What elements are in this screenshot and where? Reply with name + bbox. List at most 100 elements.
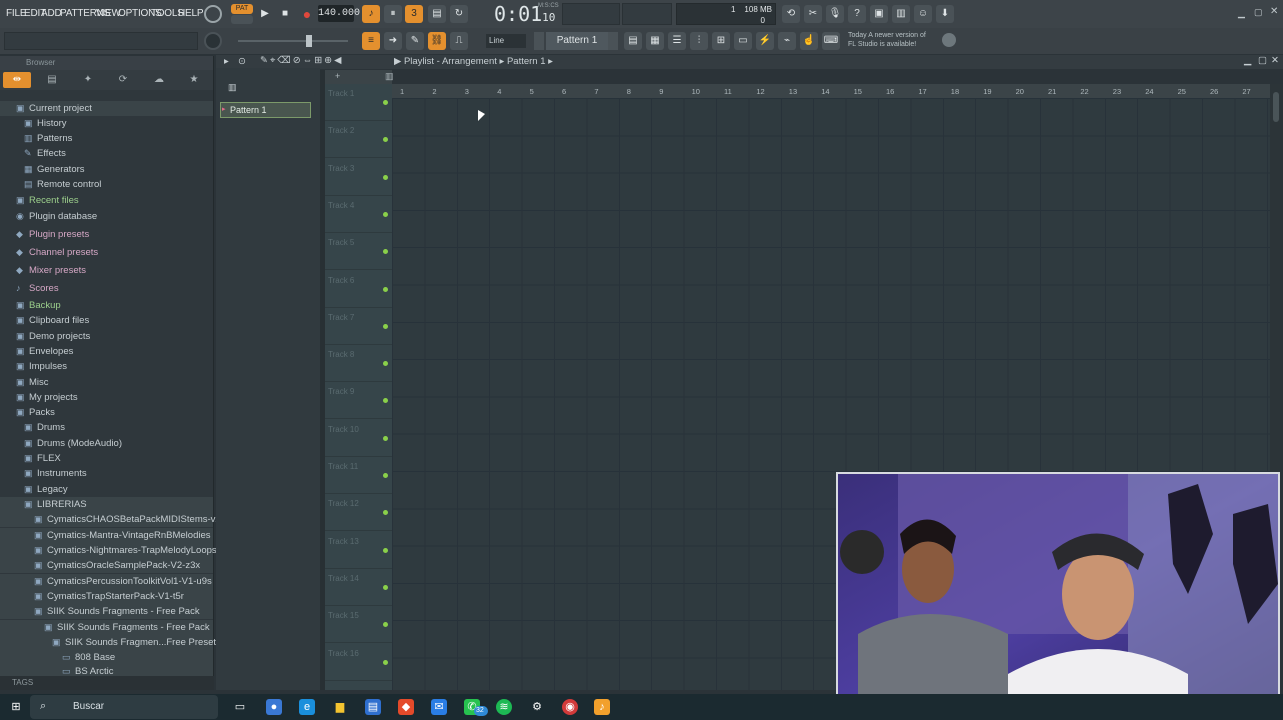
browser-item[interactable]: ▣ Cymatics-Mantra-VintageRnBMelodies: [0, 528, 213, 543]
piano-roll-icon[interactable]: ▦: [646, 32, 664, 50]
browser-item[interactable]: ▣ Recent files: [0, 193, 213, 208]
browser-item[interactable]: ▤ Remote control: [0, 177, 213, 192]
browser-item[interactable]: ▣ FLEX: [0, 451, 213, 466]
tags-bar[interactable]: TAGS: [0, 676, 214, 690]
song-mode-button[interactable]: [231, 15, 253, 24]
playlist-menu-arrow-icon[interactable]: ▸: [224, 56, 229, 67]
track-header[interactable]: Track 8: [325, 345, 392, 383]
countdown-icon[interactable]: 3: [405, 5, 423, 23]
pattern-clip-item[interactable]: Pattern 1: [220, 102, 311, 118]
blend-notes-icon[interactable]: ▤: [428, 5, 446, 23]
track-mute-led-icon[interactable]: [383, 547, 388, 553]
track-header[interactable]: Track 12: [325, 494, 392, 532]
maximize-icon[interactable]: ▢: [1254, 7, 1263, 18]
browser-item[interactable]: ▣ Cymatics-Nightmares-TrapMelodyLoops: [0, 543, 217, 558]
browser-tab-cloud[interactable]: ☁: [145, 72, 173, 88]
browser-tab-plugins[interactable]: ✦: [74, 72, 102, 88]
browser-item[interactable]: ▣ Envelopes: [0, 344, 213, 359]
browser-item[interactable]: ▣ LIBRERIAS: [0, 497, 213, 512]
browser-item[interactable]: ▣ My projects: [0, 390, 213, 405]
plugin-icon[interactable]: ⚡: [756, 32, 774, 50]
wait-for-input-icon[interactable]: ⏸: [384, 5, 402, 23]
track-mute-led-icon[interactable]: [383, 510, 388, 516]
browser-item[interactable]: ▣ CymaticsCHAOSBetaPackMIDIStems-v2: [0, 512, 221, 527]
stop-icon[interactable]: ■: [276, 5, 294, 23]
track-header[interactable]: Track 15: [325, 606, 392, 644]
picker-piano-icon[interactable]: ▥: [228, 82, 237, 93]
channel-rack-icon[interactable]: ☰: [668, 32, 686, 50]
track-header[interactable]: Track 1: [325, 84, 392, 121]
mail-icon[interactable]: ✉: [431, 699, 447, 715]
playlist-close-icon[interactable]: ✕: [1271, 55, 1279, 66]
pattern-selector[interactable]: Pattern 1: [546, 32, 608, 50]
track-header[interactable]: Track 16: [325, 644, 392, 681]
browser-item[interactable]: ▣ CymaticsPercussionToolkitVol1-V1-u9s: [0, 574, 213, 589]
browser-item[interactable]: ▣ SIIK Sounds Fragments - Free Pack: [0, 620, 213, 635]
play-icon[interactable]: ▶: [256, 5, 274, 23]
browser-item[interactable]: ▣ SIIK Sounds Fragmen...Free Preset Pack: [0, 635, 240, 650]
track-header[interactable]: Track 10: [325, 420, 392, 457]
track-mute-led-icon[interactable]: [383, 323, 388, 329]
edge-icon[interactable]: e: [299, 699, 315, 715]
browser-tab-project[interactable]: ▤: [38, 72, 66, 88]
track-mute-led-icon[interactable]: [383, 137, 388, 143]
playlist-icon[interactable]: ▤: [624, 32, 642, 50]
browser-tab-favorites[interactable]: ★: [180, 72, 208, 88]
master-pitch-handle[interactable]: [306, 35, 312, 47]
windows-start-icon[interactable]: ⊞: [8, 699, 24, 715]
browser-item[interactable]: ◆ Channel presets: [0, 245, 213, 260]
magnet-icon[interactable]: ⊙: [238, 56, 246, 67]
browser-item[interactable]: ◆ Mixer presets: [0, 263, 213, 278]
help-icon[interactable]: ?: [848, 5, 866, 23]
browser-item[interactable]: ▣ Drums (ModeAudio): [0, 436, 213, 451]
track-header[interactable]: Track 6: [325, 271, 392, 308]
playlist-snap-icon[interactable]: ≡: [362, 32, 380, 50]
track-mute-led-icon[interactable]: [383, 174, 388, 180]
tempo-display[interactable]: 140.000: [318, 5, 360, 22]
playlist-grid-icon[interactable]: ▥: [385, 71, 394, 82]
snap-select[interactable]: Line: [486, 34, 526, 48]
close-icon[interactable]: ✕: [1270, 6, 1278, 17]
browser-tab-sync[interactable]: ⟳: [109, 72, 137, 88]
browser-item[interactable]: ▣ Impulses: [0, 359, 213, 374]
cable-icon[interactable]: ⌁: [778, 32, 796, 50]
browser-item[interactable]: ◉ Plugin database: [0, 209, 213, 224]
track-header[interactable]: Track 13: [325, 532, 392, 569]
track-mute-led-icon[interactable]: [383, 584, 388, 590]
microphone-icon[interactable]: 🎙: [826, 5, 844, 23]
playlist-minimize-icon[interactable]: ▁: [1244, 55, 1251, 66]
stamp-icon[interactable]: ⎍: [450, 32, 468, 50]
browser-item[interactable]: ▣ Misc: [0, 375, 213, 390]
update-icon[interactable]: [942, 33, 956, 47]
browser-item[interactable]: ▣ History: [0, 116, 213, 131]
browser-item[interactable]: ▣ Backup: [0, 298, 213, 313]
master-volume-knob[interactable]: [204, 32, 222, 50]
spotify-icon[interactable]: ≋: [496, 699, 512, 715]
track-mute-led-icon[interactable]: [383, 100, 388, 105]
fl-studio-icon[interactable]: ♪: [594, 699, 610, 715]
track-mute-led-icon[interactable]: [383, 435, 388, 441]
scrollbar-thumb[interactable]: [1273, 92, 1279, 122]
track-header[interactable]: Track 9: [325, 382, 392, 420]
add-track-icon[interactable]: +: [335, 71, 340, 81]
browser-item[interactable]: ▣ Demo projects: [0, 329, 213, 344]
track-header[interactable]: Track 14: [325, 569, 392, 606]
track-mute-led-icon[interactable]: [383, 249, 388, 255]
browser-item[interactable]: ▣ Instruments: [0, 466, 213, 481]
track-header[interactable]: Track 5: [325, 233, 392, 271]
browser-item[interactable]: ▣ CymaticsOracleSamplePack-V2-z3x: [0, 558, 213, 573]
browser-item[interactable]: ▣ CymaticsTrapStarterPack-V1-t5r: [0, 589, 213, 604]
taskbar-search[interactable]: ⌕ Buscar: [30, 695, 218, 719]
browser-item[interactable]: ▣ SIIK Sounds Fragments - Free Pack: [0, 604, 213, 619]
browser-item[interactable]: ▣ Clipboard files: [0, 313, 213, 328]
menu-item-add[interactable]: ADD: [41, 8, 62, 19]
undo-history-icon[interactable]: ⟲: [782, 5, 800, 23]
track-mute-led-icon[interactable]: [383, 211, 388, 217]
browser-item[interactable]: ▦ Generators: [0, 162, 213, 177]
track-header[interactable]: Track 2: [325, 121, 392, 159]
brave-icon[interactable]: ◆: [398, 699, 414, 715]
timeline-ruler[interactable]: 1 2 3 4 5 6 7 8 9 10 11 12 13 14 15 16 17 18 19 20 21 22 23 24 2…: [392, 84, 1270, 98]
track-mute-led-icon[interactable]: [383, 473, 388, 478]
browser-item[interactable]: ♪ Scores: [0, 281, 213, 296]
news-panel[interactable]: Today A newer version of FL Studio is av…: [848, 31, 926, 49]
